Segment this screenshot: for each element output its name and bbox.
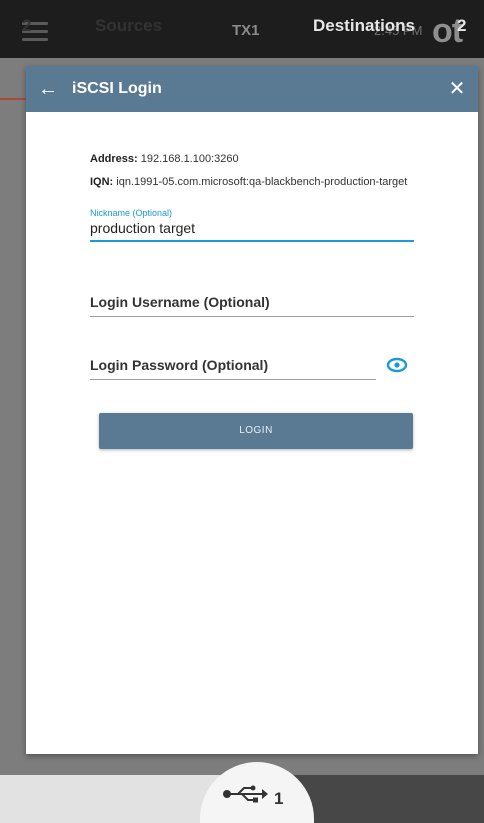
address-value: 192.168.1.100:3260 bbox=[140, 153, 239, 165]
destinations-count: 2 bbox=[457, 16, 467, 35]
iqn-line: IQN: iqn.1991-05.com.microsoft:qa-blackb… bbox=[90, 175, 414, 190]
username-placeholder: Login Username (Optional) bbox=[90, 294, 270, 310]
login-button[interactable]: LOGIN bbox=[99, 413, 413, 449]
sources-count: 2 bbox=[22, 16, 32, 35]
dialog-title: iSCSI Login bbox=[72, 80, 162, 97]
arrow-left-icon[interactable]: ← bbox=[34, 76, 62, 102]
nickname-field: Nickname (Optional) bbox=[90, 208, 414, 242]
usb-count: 1 bbox=[274, 789, 284, 808]
device-name: TX1 bbox=[232, 22, 260, 39]
iscsi-login-dialog: ← iSCSI Login ✕ Address: 192.168.1.100:3… bbox=[26, 66, 478, 754]
iqn-label: IQN: bbox=[90, 176, 114, 188]
password-underline bbox=[90, 379, 376, 380]
password-placeholder: Login Password (Optional) bbox=[90, 357, 269, 373]
sources-label: Sources bbox=[95, 16, 163, 35]
eye-icon[interactable] bbox=[386, 356, 408, 374]
username-field[interactable]: Login Username (Optional) bbox=[90, 294, 414, 317]
target-info: Address: 192.168.1.100:3260 IQN: iqn.199… bbox=[90, 152, 414, 190]
iqn-value: iqn.1991-05.com.microsoft:qa-blackbench-… bbox=[116, 176, 408, 188]
username-underline bbox=[90, 316, 414, 317]
nickname-label: Nickname (Optional) bbox=[90, 208, 173, 218]
address-line: Address: 192.168.1.100:3260 bbox=[90, 152, 414, 167]
destinations-label: Destinations bbox=[313, 16, 416, 35]
address-label: Address: bbox=[90, 153, 138, 165]
dialog-header: ← iSCSI Login ✕ bbox=[26, 66, 478, 112]
nickname-input[interactable] bbox=[90, 218, 414, 240]
background-divider bbox=[0, 98, 26, 100]
usb-icon bbox=[223, 785, 268, 803]
nickname-underline bbox=[90, 240, 414, 242]
password-field[interactable]: Login Password (Optional) bbox=[90, 357, 376, 380]
close-icon[interactable]: ✕ bbox=[444, 76, 470, 102]
